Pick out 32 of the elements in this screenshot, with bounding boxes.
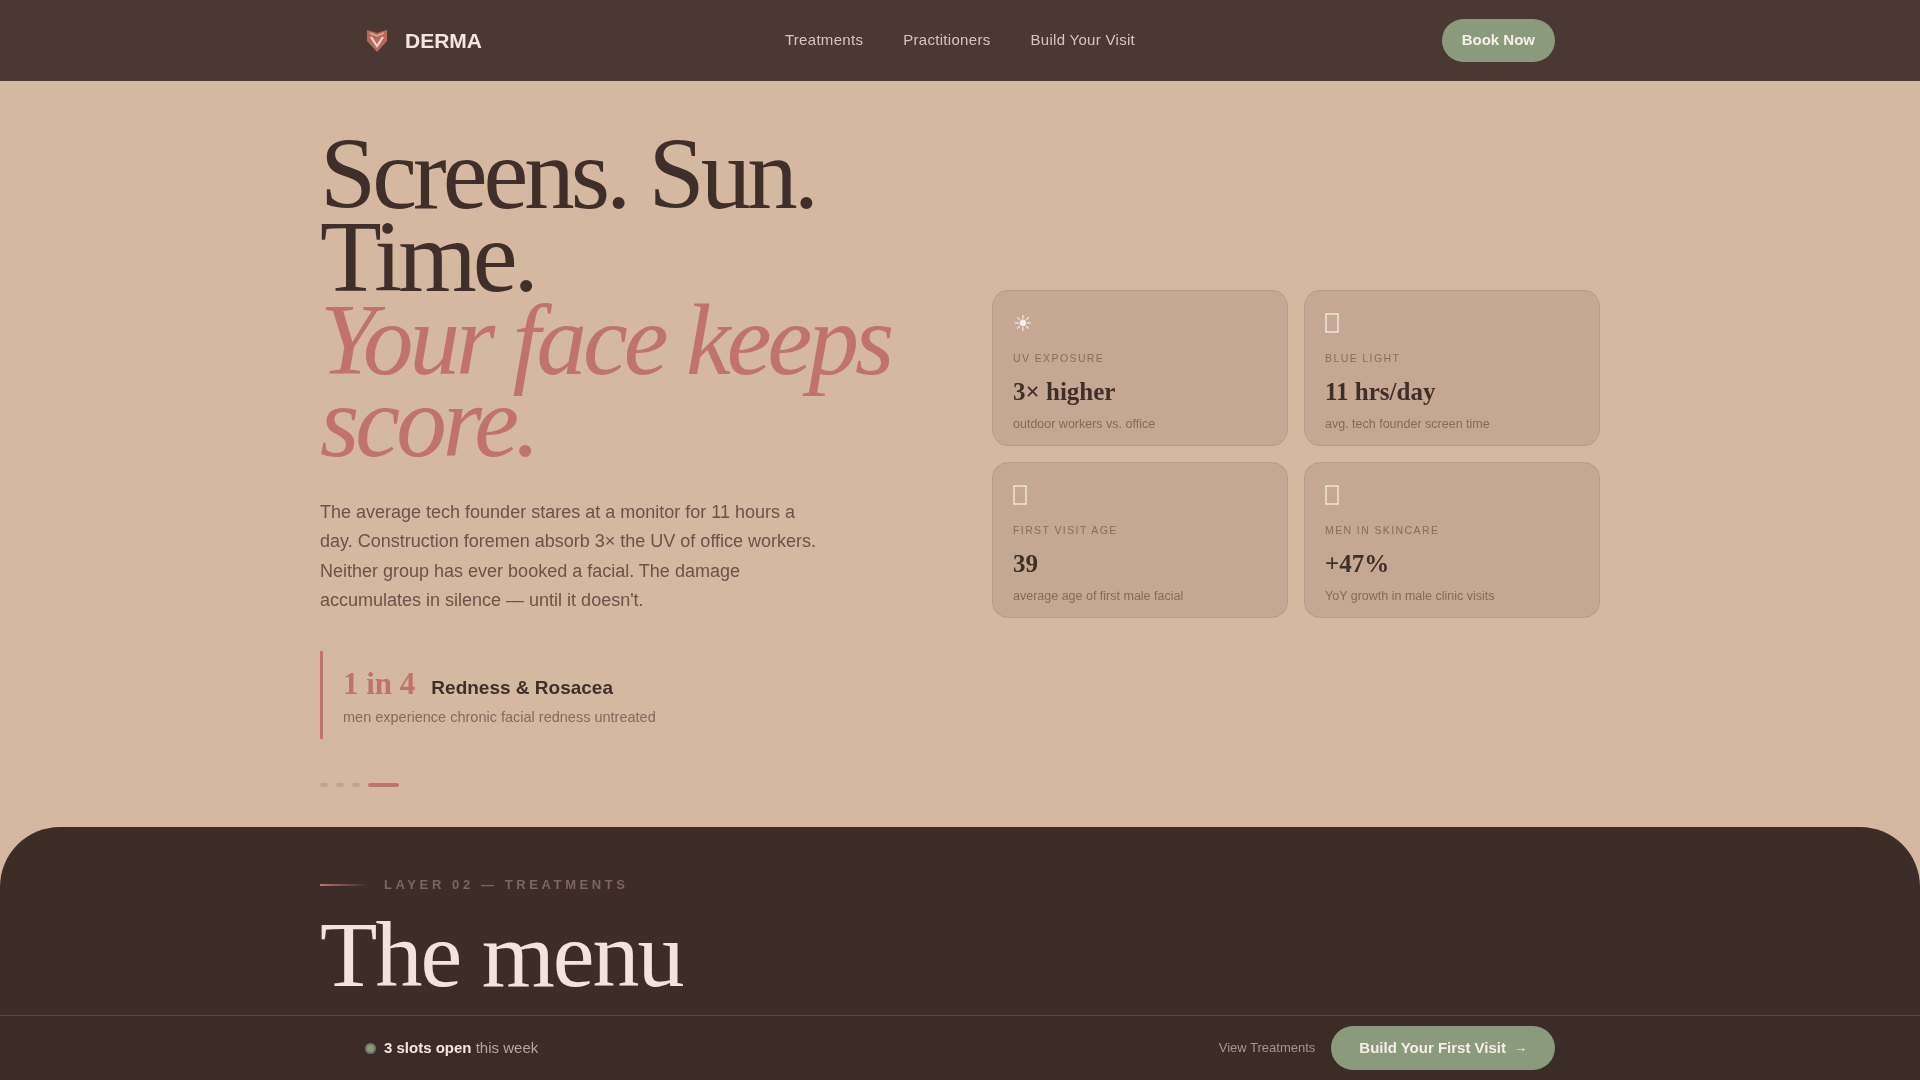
square-icon xyxy=(1325,485,1339,505)
card-label: FIRST VISIT AGE xyxy=(1013,523,1118,538)
card-label: MEN IN SKINCARE xyxy=(1325,523,1440,538)
pager-indicator[interactable] xyxy=(368,783,399,788)
headline: Screens. Sun. Time. xyxy=(320,132,816,299)
slots-text: 3 slots open this week xyxy=(384,1037,539,1058)
logo-icon xyxy=(365,27,389,54)
intro-paragraph: The average tech founder stares at a monitor for 11 hours a day. Construction foremen absorb 3× the UV of office workers. Neither group has ever booked a facial. The damage accumulates in silence — until it doesn't. xyxy=(320,501,818,612)
headline-accent: Your face keeps score. xyxy=(320,298,892,465)
card-label: BLUE LIGHT xyxy=(1325,351,1401,366)
square-icon xyxy=(1325,313,1339,333)
card-value: 39 xyxy=(1013,549,1038,579)
card-note: avg. tech founder screen time xyxy=(1325,415,1490,433)
card-label: UV EXPOSURE xyxy=(1013,351,1105,366)
nav-link[interactable]: Build Your Visit xyxy=(1030,29,1136,52)
status-dot xyxy=(365,1042,376,1054)
card-value: 3× higher xyxy=(1013,377,1116,407)
card-note: outdoor workers vs. office xyxy=(1013,415,1156,433)
card-note: average age of first male facial xyxy=(1013,587,1184,605)
stat-title: Redness & Rosacea xyxy=(431,675,613,700)
card-value: +47% xyxy=(1325,549,1390,579)
nav-link[interactable]: Practitioners xyxy=(903,29,991,52)
stat-figure: 1 in 4 xyxy=(343,664,416,703)
nav-link[interactable]: Treatments xyxy=(784,29,864,52)
card-value: 11 hrs/day xyxy=(1325,377,1436,407)
view-treatments-link[interactable]: View Treatments xyxy=(1218,1038,1316,1058)
brand-name: DERMA xyxy=(405,27,482,54)
section-title: The menu xyxy=(320,906,683,1001)
square-icon xyxy=(1013,485,1027,505)
sun-icon: ☀ xyxy=(1013,313,1033,335)
section-eyebrow: LAYER 02 — TREATMENTS xyxy=(384,876,629,894)
stat-caption: men experience chronic facial redness untreated xyxy=(343,708,657,728)
